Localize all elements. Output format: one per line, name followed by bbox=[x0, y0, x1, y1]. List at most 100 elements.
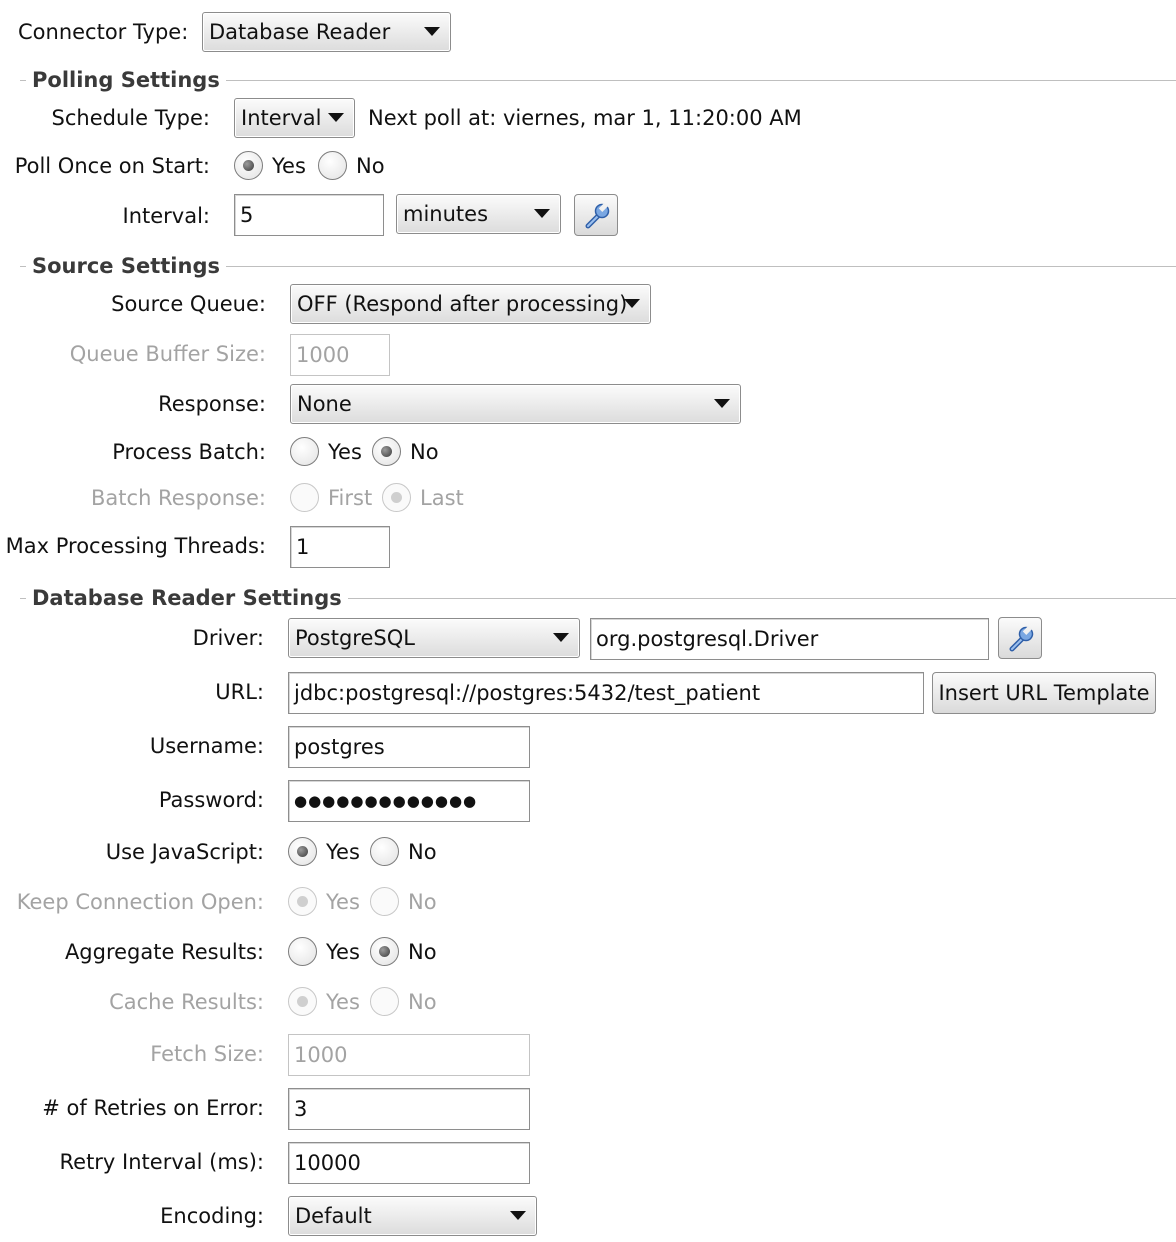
password-input[interactable]: ●●●●●●●●●●●●● bbox=[288, 780, 530, 822]
schedule-type-value: Interval bbox=[241, 106, 322, 130]
queue-buffer-size-input: 1000 bbox=[290, 334, 390, 376]
use-javascript-yes-label: Yes bbox=[326, 840, 360, 864]
polling-settings-section: Polling Settings bbox=[20, 65, 1176, 95]
process-batch-no-radio[interactable]: No bbox=[372, 432, 442, 472]
radio-unselected-icon bbox=[288, 937, 317, 966]
interval-label: Interval: bbox=[122, 204, 211, 228]
retries-on-error-label: # of Retries on Error: bbox=[42, 1096, 264, 1120]
cache-results-no-radio: No bbox=[370, 982, 440, 1022]
poll-once-no-label: No bbox=[356, 154, 385, 178]
insert-url-template-button[interactable]: Insert URL Template bbox=[932, 672, 1156, 714]
batch-response-first-radio: First bbox=[290, 478, 378, 518]
url-label: URL: bbox=[215, 680, 264, 704]
process-batch-no-label: No bbox=[410, 440, 439, 464]
max-threads-input[interactable]: 1 bbox=[290, 526, 390, 568]
poll-once-yes-label: Yes bbox=[272, 154, 306, 178]
process-batch-label: Process Batch: bbox=[112, 440, 266, 464]
aggregate-results-label: Aggregate Results: bbox=[64, 940, 264, 964]
process-batch-yes-radio[interactable]: Yes bbox=[290, 432, 368, 472]
schedule-type-select[interactable]: Interval bbox=[234, 98, 355, 138]
driver-select[interactable]: PostgreSQL bbox=[288, 618, 580, 658]
batch-response-last-label: Last bbox=[420, 486, 464, 510]
radio-unselected-icon bbox=[370, 837, 399, 866]
cache-results-yes-label: Yes bbox=[326, 990, 360, 1014]
process-batch-yes-label: Yes bbox=[328, 440, 362, 464]
fetch-size-input: 1000 bbox=[288, 1034, 530, 1076]
use-javascript-no-label: No bbox=[408, 840, 437, 864]
wrench-icon bbox=[585, 202, 610, 229]
radio-selected-icon bbox=[370, 937, 399, 966]
driver-class-input[interactable]: org.postgresql.Driver bbox=[590, 618, 989, 660]
keep-connection-open-label: Keep Connection Open: bbox=[16, 890, 264, 914]
chevron-down-icon bbox=[510, 1211, 526, 1220]
chevron-down-icon bbox=[624, 299, 640, 308]
interval-unit-select[interactable]: minutes bbox=[396, 194, 561, 234]
radio-selected-icon bbox=[288, 837, 317, 866]
url-input[interactable]: jdbc:postgresql://postgres:5432/test_pat… bbox=[288, 672, 924, 714]
encoding-value: Default bbox=[295, 1204, 372, 1228]
connector-type-select[interactable]: Database Reader bbox=[202, 12, 451, 52]
aggregate-results-yes-label: Yes bbox=[326, 940, 360, 964]
aggregate-results-yes-radio[interactable]: Yes bbox=[288, 932, 366, 972]
use-javascript-no-radio[interactable]: No bbox=[370, 832, 440, 872]
keep-connection-open-no-label: No bbox=[408, 890, 437, 914]
retries-on-error-input[interactable]: 3 bbox=[288, 1088, 530, 1130]
poll-once-yes-radio[interactable]: Yes bbox=[234, 146, 314, 186]
database-reader-settings-title: Database Reader Settings bbox=[26, 583, 348, 613]
batch-response-last-radio: Last bbox=[382, 478, 464, 518]
use-javascript-yes-radio[interactable]: Yes bbox=[288, 832, 366, 872]
connector-type-label: Connector Type: bbox=[18, 20, 189, 44]
interval-settings-button[interactable] bbox=[574, 194, 618, 236]
source-queue-value: OFF (Respond after processing) bbox=[297, 292, 628, 316]
schedule-type-label: Schedule Type: bbox=[51, 106, 210, 130]
encoding-label: Encoding: bbox=[160, 1204, 264, 1228]
chevron-down-icon bbox=[714, 399, 730, 408]
polling-settings-title: Polling Settings bbox=[26, 65, 226, 95]
radio-unselected-icon bbox=[318, 151, 347, 180]
aggregate-results-no-radio[interactable]: No bbox=[370, 932, 440, 972]
poll-once-no-radio[interactable]: No bbox=[318, 146, 388, 186]
poll-once-label: Poll Once on Start: bbox=[14, 154, 210, 178]
batch-response-label: Batch Response: bbox=[91, 486, 266, 510]
retry-interval-input[interactable]: 10000 bbox=[288, 1142, 530, 1184]
encoding-select[interactable]: Default bbox=[288, 1196, 537, 1236]
radio-selected-icon bbox=[382, 483, 411, 512]
radio-unselected-icon bbox=[370, 987, 399, 1016]
radio-unselected-icon bbox=[290, 483, 319, 512]
response-value: None bbox=[297, 392, 352, 416]
radio-selected-icon bbox=[372, 437, 401, 466]
response-select[interactable]: None bbox=[290, 384, 741, 424]
interval-input[interactable]: 5 bbox=[234, 194, 384, 236]
source-settings-title: Source Settings bbox=[26, 251, 226, 281]
cache-results-no-label: No bbox=[408, 990, 437, 1014]
radio-unselected-icon bbox=[370, 887, 399, 916]
radio-selected-icon bbox=[288, 887, 317, 916]
radio-selected-icon bbox=[288, 987, 317, 1016]
keep-connection-open-no-radio: No bbox=[370, 882, 440, 922]
queue-buffer-size-label: Queue Buffer Size: bbox=[69, 342, 266, 366]
password-label: Password: bbox=[158, 788, 264, 812]
fetch-size-label: Fetch Size: bbox=[150, 1042, 264, 1066]
retry-interval-label: Retry Interval (ms): bbox=[59, 1150, 265, 1174]
source-queue-select[interactable]: OFF (Respond after processing) bbox=[290, 284, 651, 324]
response-label: Response: bbox=[158, 392, 266, 416]
database-reader-settings-section: Database Reader Settings bbox=[20, 583, 1176, 613]
max-threads-label: Max Processing Threads: bbox=[5, 534, 266, 558]
radio-selected-icon bbox=[234, 151, 263, 180]
cache-results-label: Cache Results: bbox=[109, 990, 264, 1014]
username-input[interactable]: postgres bbox=[288, 726, 530, 768]
cache-results-yes-radio: Yes bbox=[288, 982, 366, 1022]
keep-connection-open-yes-radio: Yes bbox=[288, 882, 366, 922]
batch-response-first-label: First bbox=[328, 486, 373, 510]
interval-unit-value: minutes bbox=[403, 202, 489, 226]
driver-settings-button[interactable] bbox=[998, 617, 1042, 659]
chevron-down-icon bbox=[534, 209, 550, 218]
chevron-down-icon bbox=[553, 633, 569, 642]
aggregate-results-no-label: No bbox=[408, 940, 437, 964]
chevron-down-icon bbox=[424, 27, 440, 36]
chevron-down-icon bbox=[328, 113, 344, 122]
wrench-icon bbox=[1009, 625, 1034, 652]
use-javascript-label: Use JavaScript: bbox=[105, 840, 264, 864]
radio-unselected-icon bbox=[290, 437, 319, 466]
source-settings-section: Source Settings bbox=[20, 251, 1176, 281]
